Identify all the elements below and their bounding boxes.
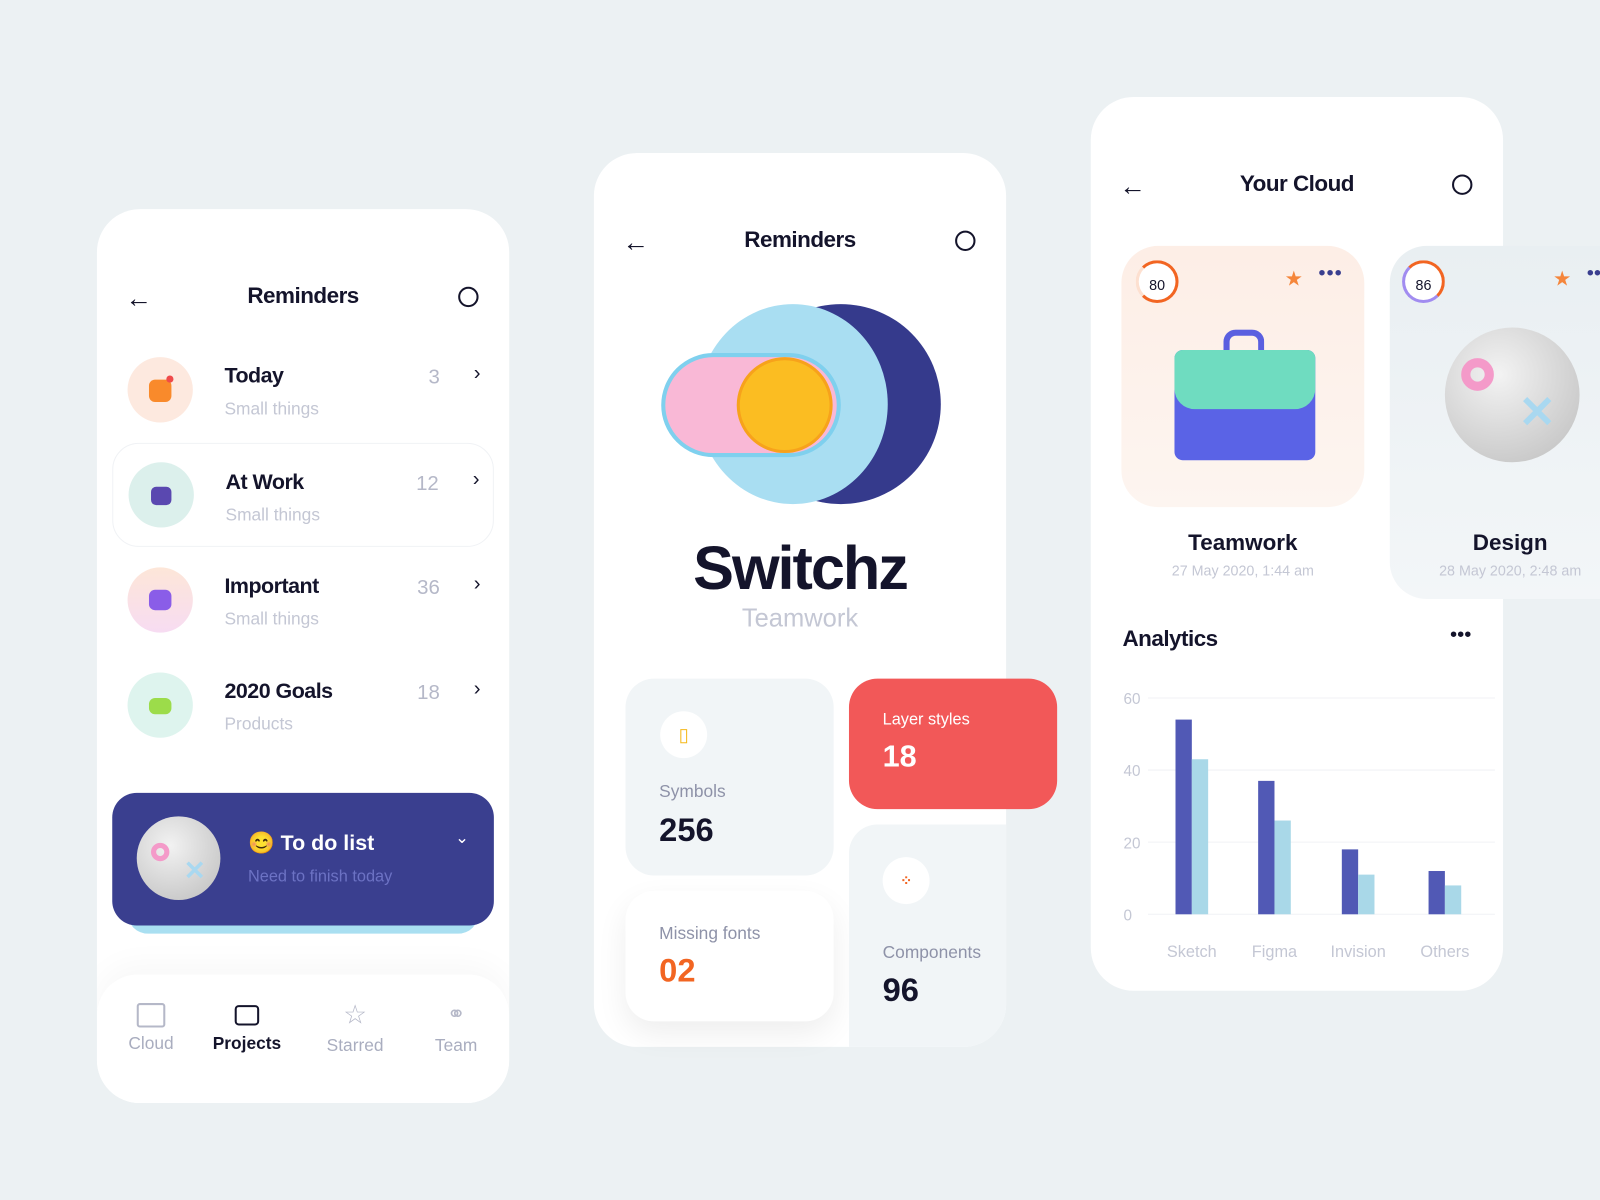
project-name: Design bbox=[1472, 529, 1548, 556]
app-subtitle: Teamwork bbox=[741, 604, 859, 633]
nav-projects[interactable]: Projects bbox=[196, 1003, 298, 1054]
database-icon: ▯ bbox=[660, 711, 708, 759]
chevron-right-icon: › bbox=[473, 677, 481, 700]
project-date: 27 May 2020, 1:44 am bbox=[1171, 562, 1314, 579]
star-icon[interactable]: ★ bbox=[1553, 266, 1571, 292]
team-icon: ⚭ bbox=[446, 1001, 466, 1027]
strategy-illustration-icon: ✕ bbox=[136, 816, 221, 900]
bar-figma-1 bbox=[1258, 780, 1275, 915]
list-item[interactable]: 2020 Goals Products 18 › bbox=[97, 667, 509, 759]
missing-fonts-tile[interactable]: Missing fonts 02 bbox=[625, 890, 834, 1022]
bar-sketch-1 bbox=[1175, 719, 1192, 915]
strategy-illustration-icon: ✕ bbox=[1444, 327, 1580, 463]
y-tick-label: 0 bbox=[1123, 907, 1132, 924]
chevron-down-icon[interactable]: ⌄ bbox=[455, 828, 469, 848]
search-icon[interactable] bbox=[955, 230, 976, 252]
bag-icon bbox=[128, 462, 194, 528]
chevron-right-icon: › bbox=[472, 468, 480, 491]
reminders-screen: ← Reminders Today Small things 3 › At Wo… bbox=[96, 209, 510, 1104]
folder-icon bbox=[127, 567, 193, 633]
more-icon[interactable]: ••• bbox=[1318, 262, 1343, 285]
page-title: Reminders bbox=[744, 226, 856, 253]
analytics-chart: 60 40 20 0 Sketch Figma Invision Others bbox=[1123, 691, 1495, 961]
symbols-tile[interactable]: ▯ Symbols 256 bbox=[625, 678, 834, 876]
search-icon[interactable] bbox=[1452, 174, 1473, 195]
search-icon[interactable] bbox=[458, 286, 479, 308]
briefcase-icon bbox=[1174, 329, 1316, 461]
bar-invision-1 bbox=[1341, 849, 1359, 915]
layer-styles-tile[interactable]: Layer styles 18 bbox=[848, 678, 1058, 810]
projects-icon bbox=[234, 1005, 260, 1026]
nav-starred[interactable]: ☆ Starred bbox=[304, 999, 406, 1056]
bar-others-1 bbox=[1428, 871, 1445, 915]
smile-emoji-icon: 😊 bbox=[247, 831, 275, 856]
bar-sketch-2 bbox=[1191, 759, 1209, 915]
list-item[interactable]: Today Small things 3 › bbox=[97, 352, 509, 444]
app-name: Switchz bbox=[693, 533, 909, 603]
star-icon[interactable]: ★ bbox=[1285, 266, 1303, 292]
nav-team[interactable]: ⚭ Team bbox=[405, 999, 507, 1056]
y-tick-label: 20 bbox=[1123, 835, 1140, 852]
analytics-title: Analytics bbox=[1122, 625, 1218, 652]
y-tick-label: 40 bbox=[1123, 763, 1140, 780]
bottom-nav: Cloud Projects ☆ Starred ⚭ Team bbox=[96, 974, 510, 1104]
cloud-folder-icon bbox=[136, 1003, 166, 1028]
x-tick-label: Figma bbox=[1252, 943, 1298, 961]
switchz-screen: ← Reminders Switchz Teamwork ▯ Symbols 2… bbox=[593, 153, 1058, 1047]
gamepad-icon bbox=[127, 672, 193, 738]
project-card-design[interactable]: 86 ★ ••• ✕ Design 28 May 2020, 2:48 am bbox=[1389, 245, 1600, 599]
page-title: Your Cloud bbox=[1239, 170, 1355, 196]
list-item[interactable]: Important Small things 36 › bbox=[97, 562, 509, 654]
switch-illustration bbox=[659, 302, 945, 506]
bar-invision-2 bbox=[1358, 874, 1375, 915]
x-tick-label: Others bbox=[1420, 943, 1469, 961]
chart-app-icon bbox=[127, 357, 193, 423]
todo-subtitle: Need to finish today bbox=[247, 868, 393, 886]
y-tick-label: 60 bbox=[1123, 691, 1140, 708]
bar-figma-2 bbox=[1274, 820, 1291, 915]
components-icon: ⁘ bbox=[882, 857, 930, 905]
score-ring: 86 bbox=[1402, 260, 1445, 304]
x-tick-label: Invision bbox=[1330, 943, 1385, 961]
more-icon[interactable]: ••• bbox=[1587, 262, 1600, 285]
score-ring: 80 bbox=[1135, 260, 1179, 304]
todo-title: To do list bbox=[280, 831, 375, 856]
chevron-right-icon: › bbox=[473, 572, 481, 595]
project-date: 28 May 2020, 2:48 am bbox=[1439, 562, 1582, 579]
project-card-teamwork[interactable]: 80 ★ ••• bbox=[1121, 245, 1365, 508]
list-item[interactable]: At Work Small things 12 › bbox=[112, 442, 494, 547]
page-title: Reminders bbox=[247, 282, 359, 309]
project-name: Teamwork bbox=[1188, 529, 1298, 556]
components-tile[interactable]: ⁘ Components 96 bbox=[848, 824, 1007, 1047]
todo-card[interactable]: ✕ 😊 To do list Need to finish today ⌄ bbox=[112, 792, 494, 926]
star-list-icon: ☆ bbox=[343, 998, 367, 1030]
chevron-right-icon: › bbox=[473, 362, 481, 385]
x-tick-label: Sketch bbox=[1167, 943, 1217, 961]
bar-others-2 bbox=[1444, 885, 1462, 915]
more-icon[interactable]: ••• bbox=[1450, 623, 1471, 646]
nav-cloud[interactable]: Cloud bbox=[100, 1003, 202, 1054]
